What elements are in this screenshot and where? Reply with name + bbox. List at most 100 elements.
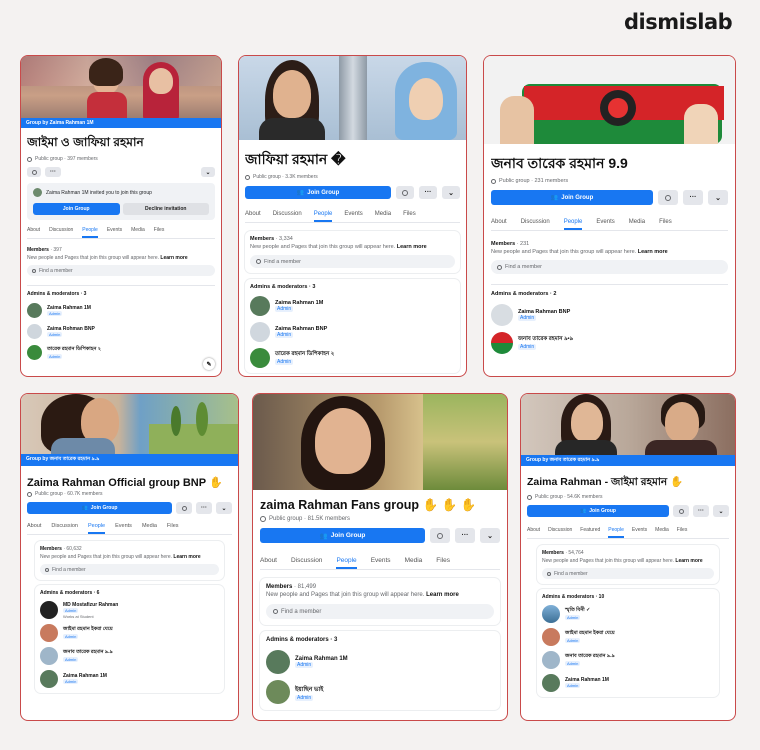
admin-row[interactable]: ইয়াছিন ভাই Admin (266, 680, 494, 704)
admin-row[interactable]: MD Mostafizur Rahman Admin Works at Studen… (40, 601, 219, 619)
tab-media[interactable]: Media (375, 211, 391, 222)
tab-about[interactable]: About (27, 227, 40, 238)
admin-badge: Admin (518, 344, 537, 350)
tab-discussion[interactable]: Discussion (49, 227, 73, 238)
admin-row[interactable]: জনাব তারেক রহমান ৯•৯ Admin (491, 332, 728, 354)
tab-discussion[interactable]: Discussion (521, 219, 550, 230)
more-button[interactable]: ··· (45, 167, 61, 177)
compose-button[interactable]: ✎ (203, 358, 215, 370)
tab-about[interactable]: About (27, 523, 41, 534)
admin-row[interactable]: জনাব তারেক রহমান ৯.৯ Admin (542, 651, 714, 669)
tab-people[interactable]: People (82, 227, 98, 238)
tab-events[interactable]: Events (371, 557, 391, 569)
search-button[interactable] (396, 186, 414, 199)
find-member-input[interactable]: Find a member (266, 604, 494, 619)
find-member-input[interactable]: Find a member (40, 564, 219, 575)
decline-invitation-button[interactable]: Decline invitation (122, 203, 209, 215)
admin-row[interactable]: তারেক রহমান ডিপিকাহন ২ Admin (27, 345, 215, 360)
tab-media[interactable]: Media (655, 527, 669, 538)
tab-media[interactable]: Media (131, 227, 145, 238)
admin-row[interactable]: Zaima Rahman 1M Admin (266, 650, 494, 674)
tab-about[interactable]: About (260, 557, 277, 569)
tab-files[interactable]: Files (436, 557, 450, 569)
search-button[interactable] (673, 505, 689, 517)
tab-discussion[interactable]: Discussion (291, 557, 322, 569)
group-by-bar[interactable]: Group by জনাব তারেক রহমান ৯.৯ (21, 454, 238, 466)
admin-row[interactable]: স্মৃতি বিনী ✓ Admin (542, 605, 714, 623)
tab-events[interactable]: Events (596, 219, 614, 230)
find-member-input[interactable]: Find a member (250, 255, 455, 268)
search-button[interactable] (430, 528, 450, 543)
admin-row[interactable]: জনাব তারেক রহমান ৯.৯ Admin (40, 647, 219, 665)
admin-row[interactable]: Zaima Rahman BNP Admin (250, 322, 455, 342)
tab-media[interactable]: Media (142, 523, 157, 534)
search-button[interactable] (176, 502, 192, 514)
admin-row[interactable]: Zaima Rohman BNP Admin (27, 324, 215, 339)
more-button[interactable]: ··· (455, 528, 475, 543)
join-group-button[interactable]: 👥 Join Group (27, 502, 172, 514)
tab-media[interactable]: Media (629, 219, 645, 230)
group-by-bar[interactable]: Group by জনাব তারেক রহমান ৯.৯ (521, 455, 735, 466)
tab-events[interactable]: Events (344, 211, 362, 222)
group-by-bar[interactable]: Group by Zaima Rahman 1M (21, 118, 221, 128)
chevron-down-button[interactable]: ⌄ (708, 190, 728, 205)
tab-files[interactable]: Files (677, 527, 688, 538)
admin-row[interactable]: Zaima Rahman 1M Admin (40, 670, 219, 688)
tab-media[interactable]: Media (405, 557, 423, 569)
join-group-button[interactable]: 👥 Join Group (260, 528, 425, 543)
tab-about[interactable]: About (491, 219, 507, 230)
join-group-button[interactable]: 👥 Join Group (527, 505, 669, 517)
tab-people[interactable]: People (336, 557, 357, 569)
learn-more-link[interactable]: Learn more (397, 244, 427, 250)
tab-files[interactable]: Files (403, 211, 416, 222)
find-member-input[interactable]: Find a member (542, 568, 714, 579)
search-button[interactable] (27, 167, 41, 177)
chevron-down-button[interactable]: ⌄ (713, 505, 729, 517)
tab-discussion[interactable]: Discussion (548, 527, 572, 538)
tab-files[interactable]: Files (154, 227, 165, 238)
join-group-button[interactable]: 👥 Join Group (491, 190, 653, 205)
learn-more-link[interactable]: Learn more (160, 255, 187, 261)
join-group-button[interactable]: 👥 Join Group (245, 186, 391, 199)
learn-more-link[interactable]: Learn more (638, 249, 668, 255)
tab-discussion[interactable]: Discussion (273, 211, 302, 222)
learn-more-link[interactable]: Learn more (675, 558, 702, 564)
learn-more-link[interactable]: Learn more (426, 592, 459, 598)
tab-files[interactable]: Files (659, 219, 672, 230)
admin-row[interactable]: Zaima Rahman 1M Admin (27, 303, 215, 318)
tab-events[interactable]: Events (632, 527, 647, 538)
chevron-down-button[interactable]: ⌄ (442, 186, 460, 199)
admin-row[interactable]: Zaima Rahman 1M Admin (542, 674, 714, 692)
tab-files[interactable]: Files (167, 523, 179, 534)
tab-about[interactable]: About (527, 527, 540, 538)
search-button[interactable] (658, 190, 678, 205)
avatar (33, 188, 42, 197)
tab-people[interactable]: People (313, 211, 333, 222)
chevron-down-button[interactable]: ⌄ (216, 502, 232, 514)
tab-people[interactable]: People (608, 527, 624, 538)
more-button[interactable]: ··· (419, 186, 437, 199)
avatar (542, 651, 560, 669)
admin-row[interactable]: Zaima Rahman 1M Admin (250, 296, 455, 316)
join-group-button[interactable]: Join Group (33, 203, 120, 215)
admin-row[interactable]: Zaima Rahman BNP Admin (491, 304, 728, 326)
find-member-input[interactable]: Find a member (27, 265, 215, 276)
tab-about[interactable]: About (245, 211, 261, 222)
more-button[interactable]: ··· (693, 505, 709, 517)
admin-row[interactable]: জাইমা রহমান ইকরা যেয়ে Admin (542, 628, 714, 646)
tab-featured[interactable]: Featured (580, 527, 600, 538)
tab-people[interactable]: People (563, 219, 583, 230)
tab-events[interactable]: Events (115, 523, 132, 534)
find-member-input[interactable]: Find a member (491, 260, 728, 274)
chevron-down-button[interactable]: ⌄ (480, 528, 500, 543)
admin-row[interactable]: তারেক রহমান ডিপিকাহন ২ Admin (250, 348, 455, 368)
chevron-down-button[interactable]: ⌄ (201, 167, 215, 177)
admin-subtitle: Works at Student (63, 613, 94, 619)
tab-discussion[interactable]: Discussion (51, 523, 78, 534)
more-button[interactable]: ··· (683, 190, 703, 205)
learn-more-link[interactable]: Learn more (173, 554, 200, 560)
more-button[interactable]: ··· (196, 502, 212, 514)
admin-row[interactable]: জাইমা রহমান ইকরা যেয়ে Admin (40, 624, 219, 642)
tab-events[interactable]: Events (107, 227, 122, 238)
tab-people[interactable]: People (87, 523, 106, 534)
